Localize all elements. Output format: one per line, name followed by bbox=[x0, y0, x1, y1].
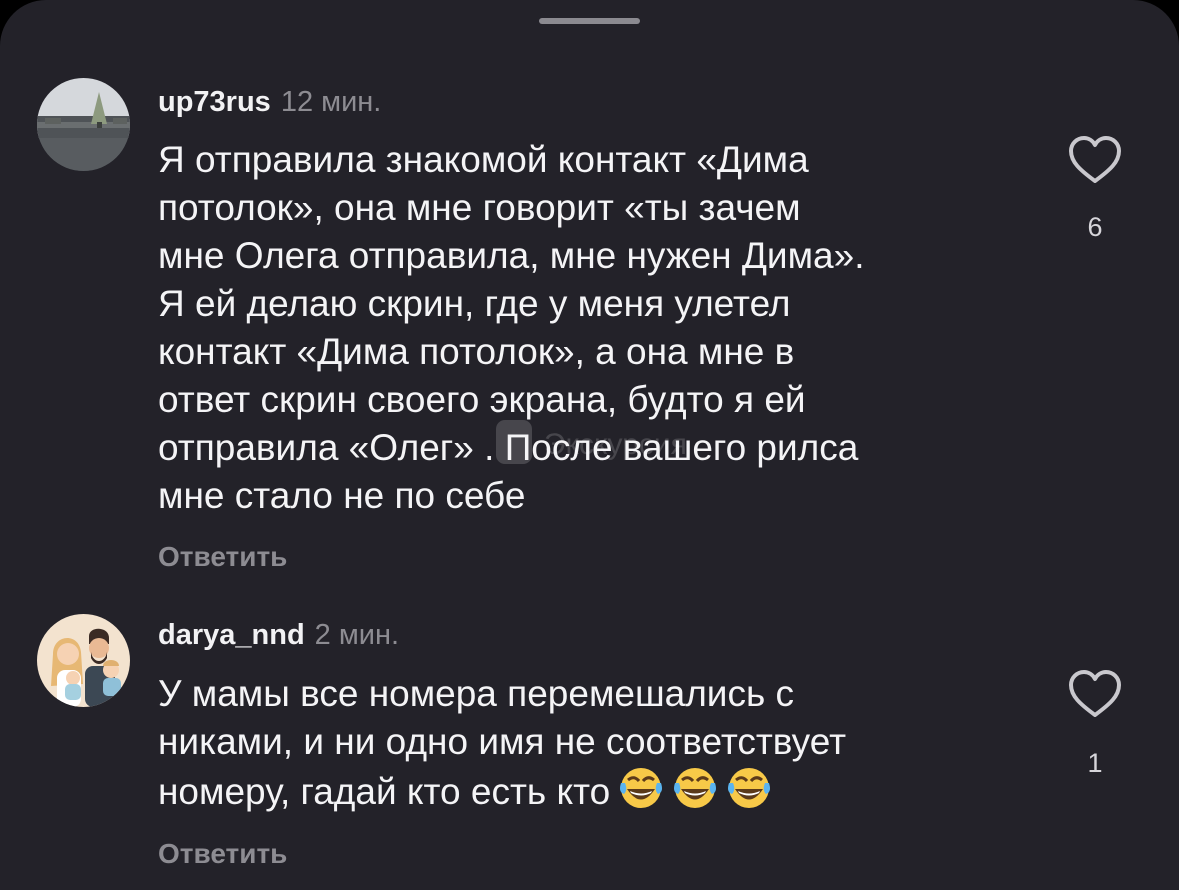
username[interactable]: darya_nnd bbox=[158, 619, 305, 651]
sheet-drag-handle[interactable] bbox=[539, 18, 640, 24]
laughing-tears-emoji-icon bbox=[726, 766, 772, 810]
comment-meta: darya_nnd 2 мин. bbox=[158, 617, 399, 653]
heart-outline-icon bbox=[1069, 136, 1121, 183]
reply-button[interactable]: Ответить bbox=[158, 541, 287, 573]
like-button[interactable] bbox=[1066, 668, 1124, 720]
comment-time: 12 мин. bbox=[280, 86, 382, 118]
laughing-tears-emoji-icon bbox=[672, 766, 718, 810]
comment-text: Я отправила знакомой контакт «Дима потол… bbox=[158, 139, 865, 516]
reply-button[interactable]: Ответить bbox=[158, 838, 287, 870]
comment-meta: up73rus 12 мин. bbox=[158, 84, 381, 120]
laughing-tears-emoji-icon bbox=[618, 766, 664, 810]
avatar[interactable] bbox=[37, 614, 130, 707]
heart-outline-icon bbox=[1069, 670, 1121, 717]
like-count: 6 bbox=[1087, 212, 1103, 242]
username[interactable]: up73rus bbox=[158, 86, 271, 118]
comments-sheet: up73rus 12 мин. Я отправила знакомой конт… bbox=[0, 0, 1179, 890]
comment-time: 2 мин. bbox=[314, 619, 400, 651]
like-button[interactable] bbox=[1066, 134, 1124, 186]
comment-text: У мамы все номера перемешались с никами,… bbox=[158, 670, 1038, 816]
avatar[interactable] bbox=[37, 78, 130, 171]
like-count: 1 bbox=[1087, 748, 1103, 778]
